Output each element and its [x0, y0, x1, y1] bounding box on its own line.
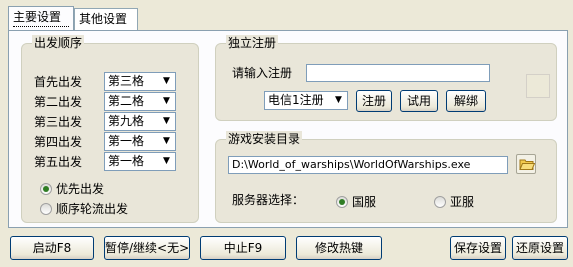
install-directory-title: 游戏安装目录 — [226, 131, 303, 147]
radio-selected-icon — [336, 195, 348, 208]
settings-panel: 出发顺序 首先出发 第三格 ▼ 第二出发 第二格 ▼ 第三出发 第九格 ▼ 第四… — [8, 30, 568, 228]
chevron-down-icon: ▼ — [159, 74, 174, 89]
chevron-down-icon: ▼ — [159, 94, 174, 109]
install-path-input[interactable]: D:\World_of_warships\WorldOfWarships.exe — [228, 156, 508, 174]
departure-select-1[interactable]: 第三格 ▼ — [104, 72, 176, 91]
radio-unselected-icon — [40, 202, 52, 215]
radio-rotate-departure[interactable]: 顺序轮流出发 — [40, 200, 128, 217]
status-indicator — [526, 74, 550, 98]
edit-hotkey-button[interactable]: 修改热键 — [296, 236, 382, 260]
register-button[interactable]: 注册 — [356, 90, 392, 112]
registration-title: 独立注册 — [226, 35, 279, 51]
radio-priority-departure[interactable]: 优先出发 — [40, 180, 104, 197]
departure-label-2: 第二出发 — [34, 95, 83, 109]
server-select-label: 服务器选择： — [232, 193, 305, 207]
browse-folder-button[interactable] — [516, 154, 536, 174]
departure-order-group: 出发顺序 首先出发 第三格 ▼ 第二出发 第二格 ▼ 第三出发 第九格 ▼ 第四… — [21, 35, 199, 223]
departure-label-4: 第四出发 — [34, 135, 83, 149]
tab-main-settings-label: 主要设置 — [13, 10, 62, 24]
radio-selected-icon — [40, 182, 52, 195]
registration-code-input[interactable] — [306, 64, 490, 82]
tab-other-settings[interactable]: 其他设置 — [74, 8, 138, 30]
departure-select-4[interactable]: 第一格 ▼ — [104, 132, 176, 151]
registration-server-select[interactable]: 电信1注册 ▼ — [264, 91, 348, 110]
pause-resume-button[interactable]: 暂停/继续<无> — [104, 236, 190, 260]
registration-prompt: 请输入注册 — [232, 66, 293, 80]
chevron-down-icon: ▼ — [159, 134, 174, 149]
chevron-down-icon: ▼ — [159, 154, 174, 169]
departure-label-5: 第五出发 — [34, 155, 83, 169]
departure-label-1: 首先出发 — [34, 75, 83, 89]
trial-button[interactable]: 试用 — [400, 90, 438, 112]
radio-unselected-icon — [434, 195, 446, 208]
departure-label-3: 第三出发 — [34, 115, 83, 129]
start-button[interactable]: 启动F8 — [10, 236, 94, 260]
departure-order-title: 出发顺序 — [32, 35, 85, 51]
stop-button[interactable]: 中止F9 — [200, 236, 286, 260]
departure-select-2[interactable]: 第二格 ▼ — [104, 92, 176, 111]
departure-select-5[interactable]: 第一格 ▼ — [104, 152, 176, 171]
unbind-button[interactable]: 解绑 — [446, 90, 486, 112]
tab-main-settings[interactable]: 主要设置 — [8, 6, 74, 30]
install-directory-group: 游戏安装目录 D:\World_of_warships\WorldOfWarsh… — [215, 131, 557, 223]
radio-server-asia[interactable]: 亚服 — [434, 193, 474, 210]
restore-settings-button[interactable]: 还原设置 — [512, 236, 568, 260]
chevron-down-icon: ▼ — [159, 114, 174, 129]
save-settings-button[interactable]: 保存设置 — [450, 236, 506, 260]
tab-other-settings-label: 其他设置 — [79, 12, 128, 26]
departure-select-3[interactable]: 第九格 ▼ — [104, 112, 176, 131]
registration-group: 独立注册 请输入注册 电信1注册 ▼ 注册 试用 解绑 — [215, 35, 557, 121]
chevron-down-icon: ▼ — [331, 93, 346, 108]
radio-server-cn[interactable]: 国服 — [336, 193, 376, 210]
folder-open-icon — [519, 159, 535, 170]
